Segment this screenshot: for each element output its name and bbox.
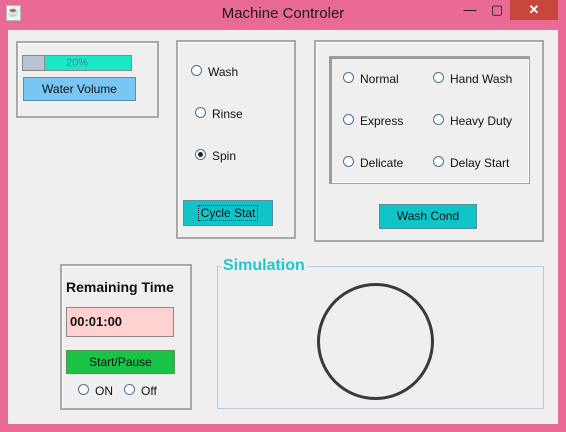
radio-rinse-indicator[interactable] [195, 107, 206, 118]
close-button[interactable]: ✕ [510, 0, 558, 20]
simulation-title: Simulation [221, 257, 307, 275]
radio-heavy-duty-label: Heavy Duty [450, 114, 513, 128]
radio-express-label: Express [360, 114, 404, 128]
radio-normal-indicator[interactable] [343, 72, 354, 83]
maximize-button[interactable]: ▢ [484, 0, 510, 20]
cycle-stat-label: Cycle Stat [197, 205, 259, 221]
remaining-time-field[interactable]: 00:01:00 [66, 307, 174, 337]
radio-delicate-indicator[interactable] [343, 156, 354, 167]
radio-spin-label: Spin [212, 149, 237, 163]
water-volume-button[interactable]: Water Volume [23, 77, 136, 101]
radio-express-indicator[interactable] [343, 114, 354, 125]
radio-normal-label: Normal [360, 72, 399, 86]
radio-wash-label: Wash [208, 65, 239, 79]
minimize-button[interactable]: — [456, 0, 484, 20]
washer-drum-circle [317, 283, 434, 400]
radio-wash-indicator[interactable] [191, 65, 202, 76]
radio-hand-wash-label: Hand Wash [450, 72, 513, 86]
radio-on-label: ON [95, 384, 113, 398]
radio-on-indicator[interactable] [78, 384, 89, 395]
wash-cond-button[interactable]: Wash Cond [379, 204, 477, 229]
radio-off-indicator[interactable] [124, 384, 135, 395]
cycle-stat-button[interactable]: Cycle Stat [183, 200, 273, 226]
water-progress-bar: 20% [22, 55, 132, 71]
remaining-time-title: Remaining Time [66, 279, 174, 295]
radio-delicate-label: Delicate [360, 156, 404, 170]
radio-delay-start-label: Delay Start [450, 156, 510, 170]
radio-rinse-label: Rinse [212, 107, 243, 121]
water-progress-label: 20% [65, 57, 89, 69]
radio-delay-start-indicator[interactable] [433, 156, 444, 167]
radio-spin-indicator[interactable] [195, 149, 206, 160]
radio-off-label: Off [141, 384, 157, 398]
radio-heavy-duty-indicator[interactable] [433, 114, 444, 125]
title-bar[interactable]: ☕ Machine Controler — ▢ ✕ [0, 0, 566, 28]
radio-hand-wash-indicator[interactable] [433, 72, 444, 83]
start-pause-button[interactable]: Start/Pause [66, 350, 175, 374]
machine-controller-window: ☕ Machine Controler — ▢ ✕ 20% Water Volu… [0, 0, 566, 432]
